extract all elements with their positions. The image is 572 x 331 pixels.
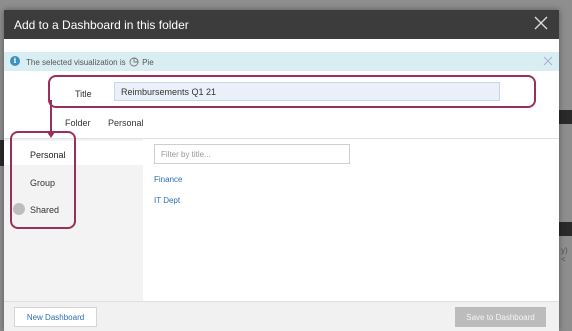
info-chart-type: Pie [142, 58, 154, 67]
annotation-connector-line [50, 100, 52, 135]
dismiss-info-icon[interactable] [543, 56, 553, 66]
info-text: The selected visualization is Pie [26, 57, 154, 67]
folder-label: Folder [65, 118, 91, 128]
add-to-dashboard-dialog: Add to a Dashboard in this folder i The … [4, 10, 559, 331]
background-panel-right-top [559, 110, 572, 124]
pie-chart-icon [129, 57, 139, 67]
new-dashboard-button[interactable]: New Dashboard [14, 307, 97, 327]
folder-value: Personal [108, 118, 144, 128]
dashboard-item-finance[interactable]: Finance [154, 175, 182, 184]
info-prefix: The selected visualization is [26, 58, 126, 67]
shared-badge [13, 203, 25, 215]
dashboard-item-it-dept[interactable]: IT Dept [154, 196, 180, 205]
sidebar-active-row [4, 141, 143, 165]
info-banner: i The selected visualization is Pie [4, 52, 559, 71]
title-label: Title [75, 89, 92, 99]
dialog-title: Add to a Dashboard in this folder [14, 18, 189, 32]
title-input[interactable] [114, 82, 500, 101]
background-panel-right-bottom [559, 222, 572, 236]
sidebar-item-shared[interactable]: Shared [30, 205, 59, 215]
close-icon[interactable] [533, 15, 549, 31]
dialog-header: Add to a Dashboard in this folder [4, 10, 559, 39]
sidebar-item-personal[interactable]: Personal [30, 150, 66, 160]
save-to-dashboard-button[interactable]: Save to Dashboard [455, 307, 546, 327]
background-fragment-text: y) < [561, 246, 568, 264]
info-icon: i [10, 56, 20, 66]
filter-input[interactable] [154, 144, 350, 164]
sidebar-item-group[interactable]: Group [30, 178, 55, 188]
